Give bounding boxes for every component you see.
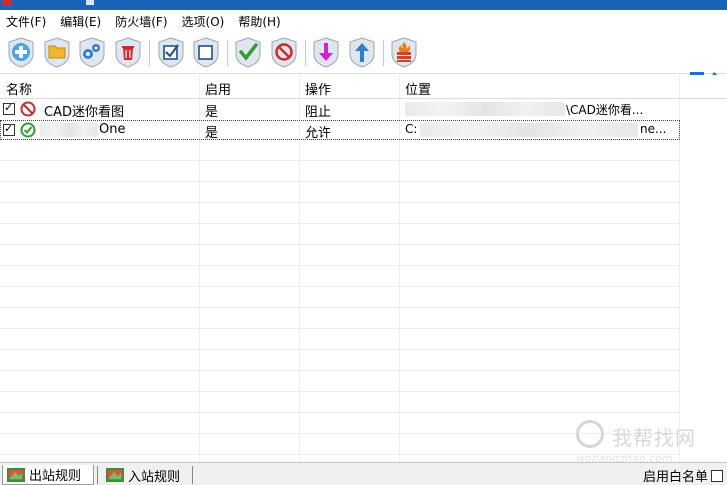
row-checkbox[interactable]	[3, 122, 15, 136]
row-divider	[0, 265, 680, 266]
whitelist-label: 启用白名单	[642, 470, 708, 485]
allow-button[interactable]	[233, 36, 263, 68]
table-header: 名称 启用 操作 位置	[0, 75, 727, 99]
toolbar-separator	[305, 40, 306, 66]
row-divider	[0, 286, 680, 287]
rule-location-suffix: ne...	[640, 122, 667, 136]
rule-enabled: 是	[205, 105, 219, 120]
add-icon	[8, 37, 34, 68]
row-checkbox[interactable]	[3, 101, 15, 115]
menu-bar: 文件(F) 编辑(E) 防火墙(F) 选项(O) 帮助(H)	[0, 10, 727, 32]
block-icon	[271, 37, 297, 68]
open-folder-button[interactable]	[42, 36, 72, 68]
inbound-rules-icon	[106, 468, 124, 482]
settings-button[interactable]	[77, 36, 107, 68]
row-divider	[0, 307, 680, 308]
uncheck-all-button[interactable]	[191, 36, 221, 68]
rule-action: 允许	[305, 126, 332, 141]
column-header-name[interactable]: 名称	[6, 79, 32, 98]
allow-icon	[20, 122, 36, 138]
app-icon	[2, 0, 12, 6]
check-all-icon	[158, 37, 184, 68]
add-rule-button[interactable]	[6, 36, 36, 68]
row-divider	[0, 370, 680, 371]
block-button[interactable]	[269, 36, 299, 68]
tab-label: 出站规则	[29, 469, 82, 484]
uncheck-all-icon	[193, 37, 219, 68]
trash-icon	[115, 37, 141, 68]
row-divider	[0, 328, 680, 329]
row-divider	[0, 454, 680, 455]
row-divider	[0, 202, 680, 203]
delete-button[interactable]	[113, 36, 143, 68]
row-divider	[0, 349, 680, 350]
rule-enabled: 是	[205, 126, 219, 141]
rules-table: 名称 启用 操作 位置 CAD迷你看图 是 阻止 \CAD迷你看... One …	[0, 75, 727, 462]
move-down-button[interactable]	[311, 36, 341, 68]
folder-icon	[44, 37, 70, 68]
menu-file[interactable]: 文件(F)	[6, 13, 46, 30]
column-header-action[interactable]: 操作	[305, 79, 331, 98]
rule-location: \CAD迷你看...	[566, 103, 644, 117]
settings-icon	[79, 37, 105, 68]
allow-icon	[235, 37, 261, 68]
title-text-fragment	[86, 0, 94, 5]
rule-location-prefix: C:	[405, 122, 418, 136]
row-divider	[0, 160, 680, 161]
table-row[interactable]: CAD迷你看图 是 阻止 \CAD迷你看...	[0, 99, 680, 120]
outbound-rules-icon	[7, 467, 25, 482]
check-all-button[interactable]	[156, 36, 186, 68]
redacted-path	[420, 123, 638, 137]
redacted-name	[40, 123, 98, 137]
row-divider	[0, 223, 680, 224]
menu-options[interactable]: 选项(O)	[182, 13, 225, 30]
menu-firewall[interactable]: 防火墙(F)	[115, 13, 167, 30]
row-divider	[0, 181, 680, 182]
toolbar-separator	[149, 40, 150, 66]
column-header-location[interactable]: 位置	[405, 79, 431, 98]
title-bar	[0, 0, 727, 10]
row-divider	[0, 391, 680, 392]
move-down-icon	[313, 37, 339, 68]
table-row[interactable]: One 是 允许 C: ne...	[0, 120, 680, 141]
move-up-icon	[349, 37, 375, 68]
menu-help[interactable]: 帮助(H)	[238, 13, 280, 30]
firewall-icon	[391, 37, 417, 68]
column-header-enabled[interactable]: 启用	[205, 79, 231, 98]
tab-separator	[97, 466, 98, 484]
whitelist-toggle[interactable]: 启用白名单	[643, 466, 723, 485]
row-divider	[0, 412, 680, 413]
tab-label: 入站规则	[128, 469, 181, 485]
tab-outbound-rules[interactable]: 出站规则	[2, 465, 94, 485]
toolbar-separator	[383, 40, 384, 66]
tab-separator	[192, 466, 193, 484]
firewall-button[interactable]	[389, 36, 419, 68]
toolbar-separator	[227, 40, 228, 66]
block-icon	[20, 101, 36, 117]
move-up-button[interactable]	[347, 36, 377, 68]
menu-edit[interactable]: 编辑(E)	[60, 13, 101, 30]
row-divider	[0, 244, 680, 245]
tab-inbound-rules[interactable]: 入站规则	[102, 465, 190, 485]
rule-name: One	[99, 122, 126, 137]
status-bar: 出站规则 入站规则 启用白名单	[0, 462, 727, 485]
row-divider	[0, 433, 680, 434]
rule-action: 阻止	[305, 105, 332, 120]
rule-name: CAD迷你看图	[44, 105, 124, 120]
whitelist-checkbox[interactable]	[711, 469, 723, 482]
redacted-path	[405, 102, 565, 116]
toolbar	[0, 32, 727, 98]
